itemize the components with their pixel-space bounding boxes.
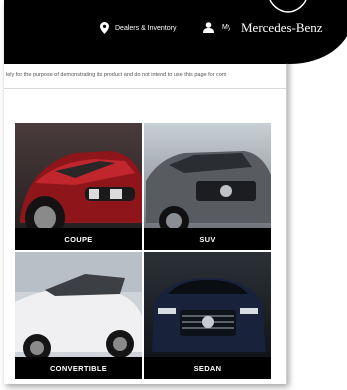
- mercedes-star-icon: [269, 0, 307, 13]
- category-tile-convertible[interactable]: CONVERTIBLE: [15, 252, 142, 379]
- category-label-coupe: COUPE: [15, 228, 142, 250]
- category-label-sedan: SEDAN: [144, 357, 271, 379]
- category-label-suv: SUV: [144, 228, 271, 250]
- vehicle-category-grid: COUPE SUV CONVERTIBLE SEDAN: [15, 123, 271, 379]
- brand-name: Mercedes-Benz: [241, 20, 323, 35]
- disclaimer-text: lely for the purpose of demonstrating it…: [6, 72, 227, 78]
- map-pin-icon: [100, 22, 109, 34]
- category-label-convertible: CONVERTIBLE: [15, 357, 142, 379]
- category-tile-suv[interactable]: SUV: [144, 123, 271, 250]
- dealers-inventory-link[interactable]: Dealers & Inventory: [100, 22, 176, 34]
- disclaimer-banner: lely for the purpose of demonstrating it…: [4, 64, 286, 89]
- category-tile-coupe[interactable]: COUPE: [15, 123, 142, 250]
- category-tile-sedan[interactable]: SEDAN: [144, 252, 271, 379]
- dealers-inventory-label: Dealers & Inventory: [115, 24, 177, 32]
- user-icon: [203, 22, 214, 33]
